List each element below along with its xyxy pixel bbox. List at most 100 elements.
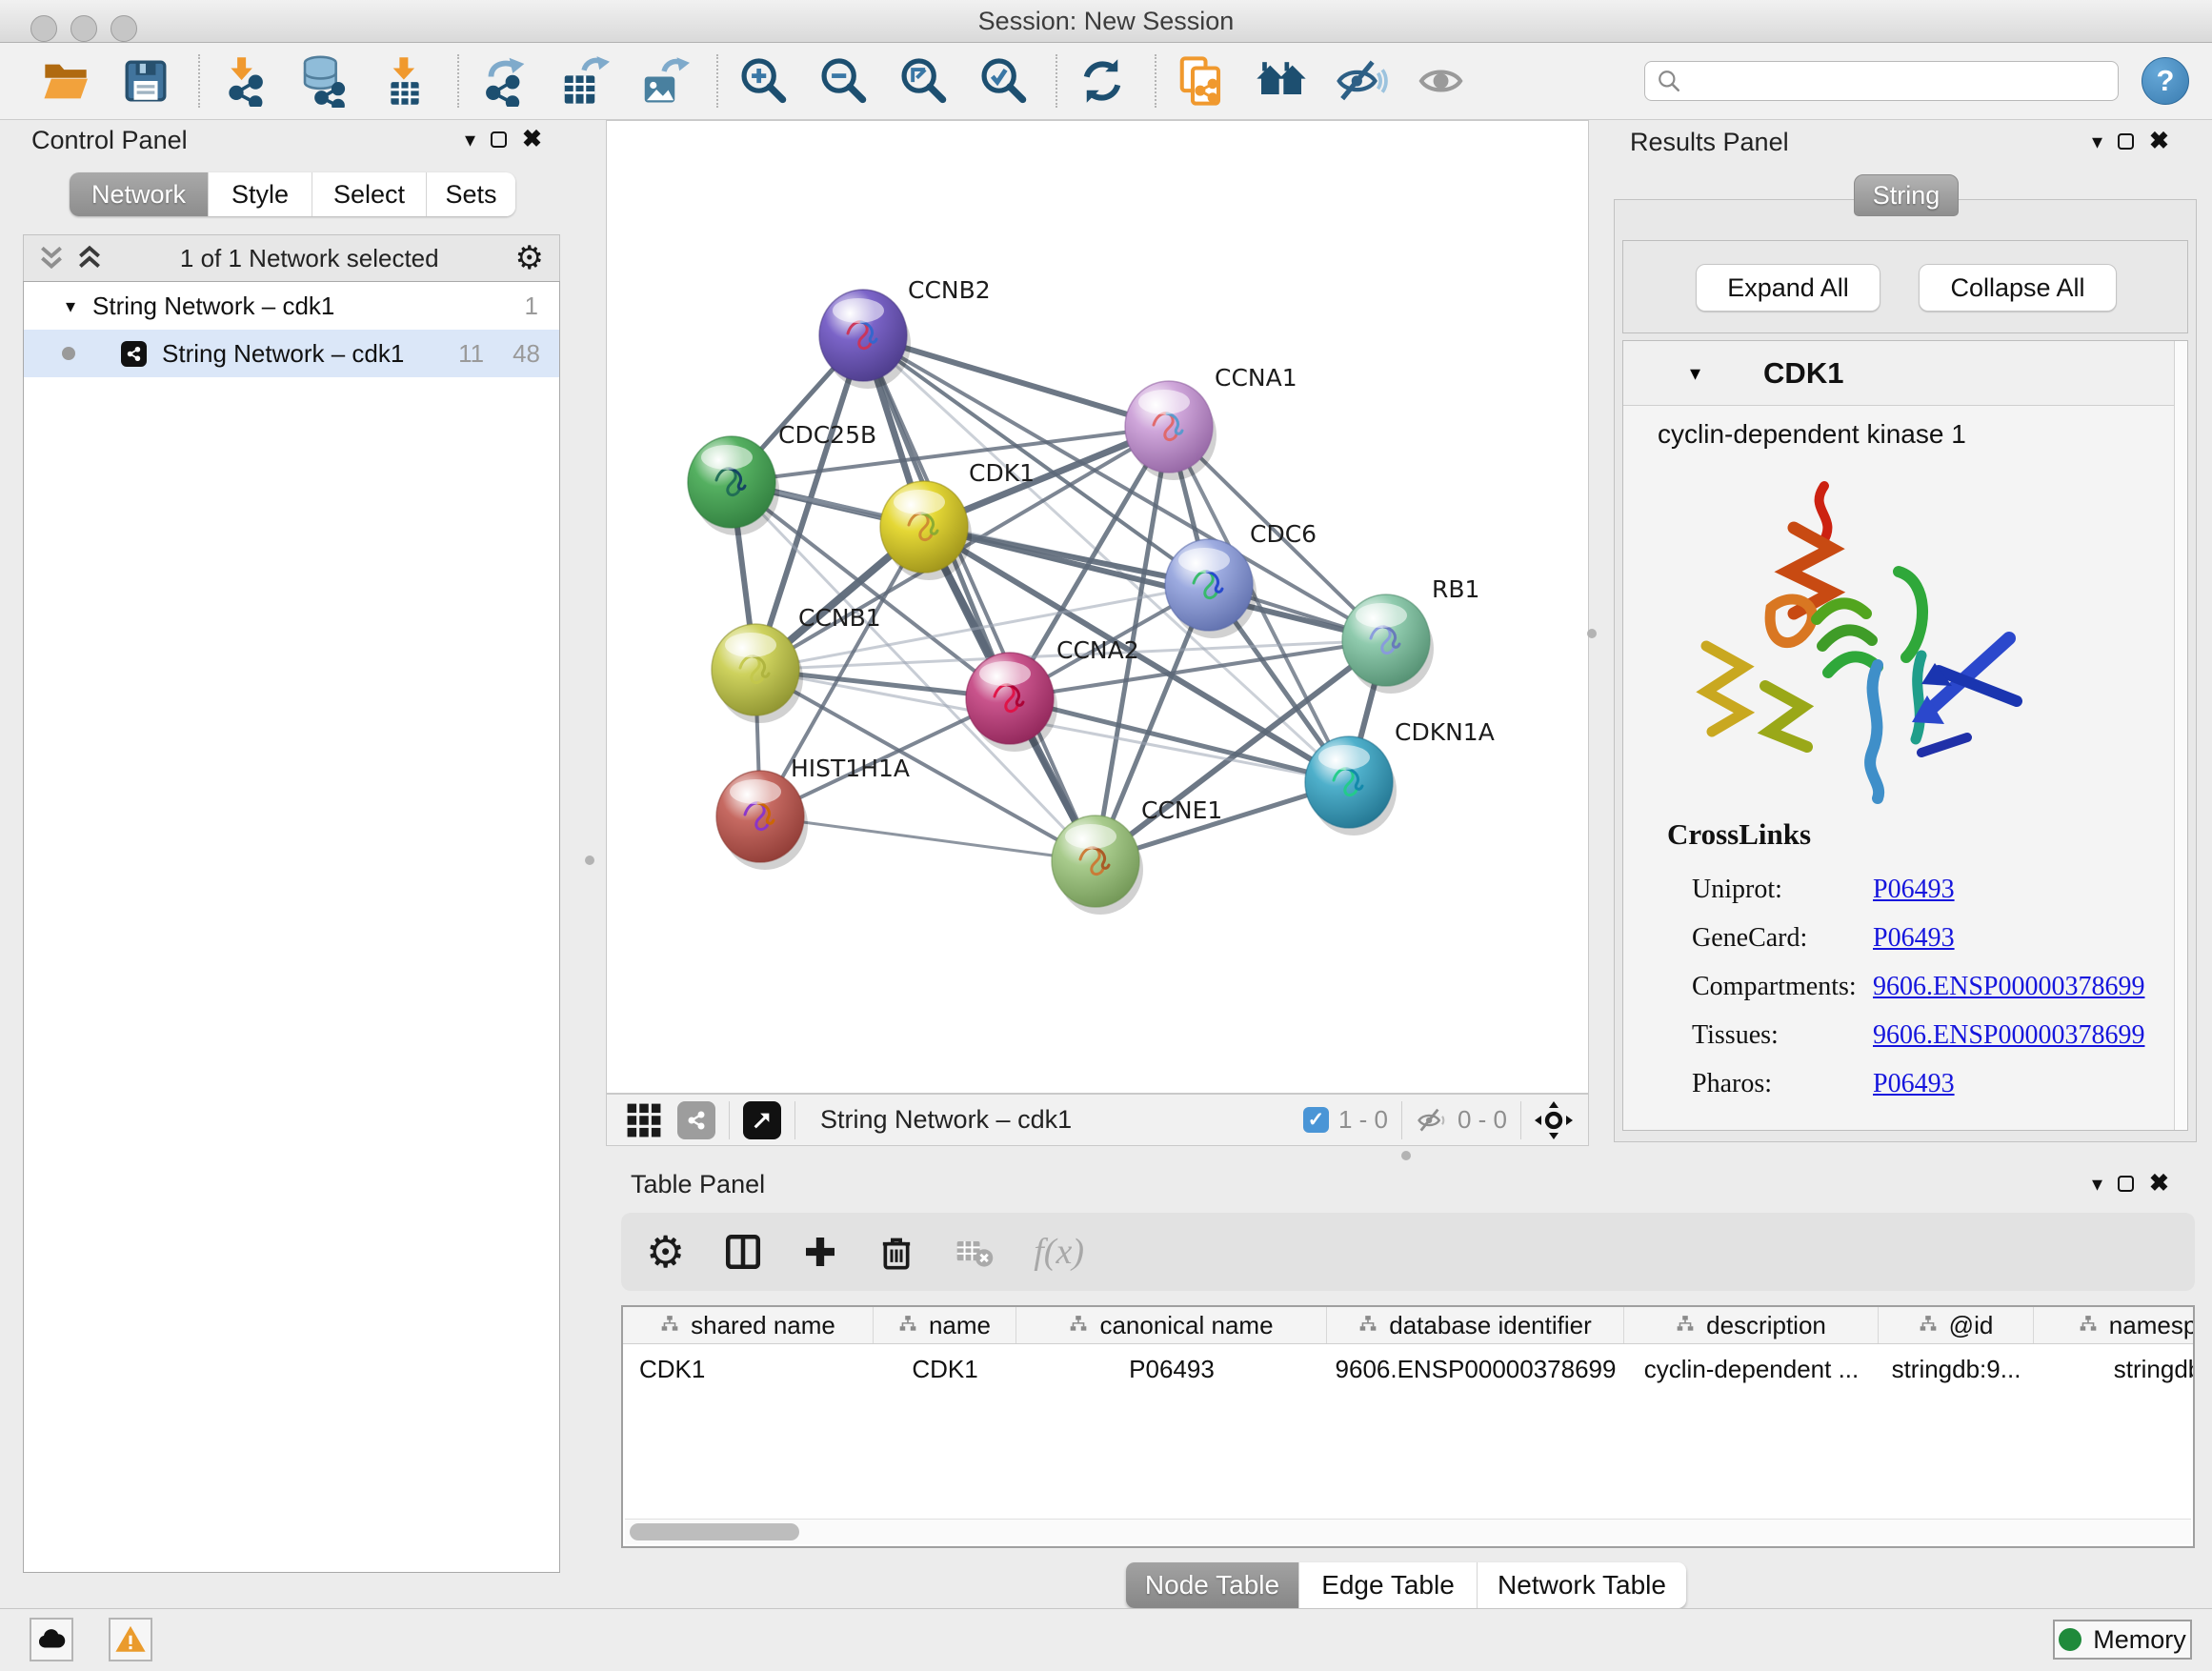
column-header-shared-name[interactable]: shared name xyxy=(623,1307,874,1343)
close-panel-icon[interactable]: ✖ xyxy=(2149,1172,2169,1196)
crosslink-uniprot-link[interactable]: P06493 xyxy=(1873,875,2144,905)
close-panel-icon[interactable]: ✖ xyxy=(522,128,542,151)
pan-move-icon[interactable] xyxy=(1535,1101,1573,1139)
search-input[interactable] xyxy=(1691,66,2118,97)
entry-expander-icon[interactable]: ▾ xyxy=(1690,361,1700,386)
network-graph[interactable]: CCNB2CCNA1CDC25BCDK1CDC6RB1CCNB1CCNA2CDK… xyxy=(607,121,1588,1093)
sort-column-icon[interactable] xyxy=(1358,1311,1377,1340)
selected-count-checkbox-icon[interactable]: ✓ xyxy=(1303,1107,1329,1133)
results-scrollbar[interactable] xyxy=(2174,341,2187,1130)
network-edge-HIST1H1A-CCNE1[interactable] xyxy=(760,816,1096,861)
network-canvas[interactable]: CCNB2CCNA1CDC25BCDK1CDC6RB1CCNB1CCNA2CDK… xyxy=(606,120,1589,1094)
table-horizontal-scrollbar[interactable] xyxy=(625,1519,2191,1544)
tab-network[interactable]: Network xyxy=(70,172,209,216)
import-network-icon[interactable] xyxy=(217,53,272,109)
warning-status-button[interactable] xyxy=(109,1618,152,1661)
expand-all-tree-icon[interactable] xyxy=(37,244,66,272)
export-image-icon[interactable] xyxy=(636,53,692,109)
export-network-icon[interactable] xyxy=(476,53,532,109)
network-node-CCNA1[interactable] xyxy=(1125,381,1217,480)
crosslink-genecard-link[interactable]: P06493 xyxy=(1873,923,2144,954)
float-panel-icon[interactable] xyxy=(2118,133,2134,150)
string-panel-toggle-icon[interactable] xyxy=(677,1101,715,1139)
tab-sets[interactable]: Sets xyxy=(427,172,515,216)
results-tab-string[interactable]: String xyxy=(1854,174,1959,216)
zoom-selected-icon[interactable] xyxy=(975,53,1031,109)
tab-node-table[interactable]: Node Table xyxy=(1126,1562,1299,1608)
tab-select[interactable]: Select xyxy=(312,172,427,216)
tree-expander-icon[interactable]: ▾ xyxy=(66,294,75,318)
sort-column-icon[interactable] xyxy=(1069,1311,1088,1340)
open-session-icon[interactable] xyxy=(38,53,93,109)
save-session-icon[interactable] xyxy=(118,53,173,109)
sort-column-icon[interactable] xyxy=(1676,1311,1695,1340)
network-row[interactable]: String Network – cdk1 11 48 xyxy=(24,330,559,377)
table-options-gear-icon[interactable]: ⚙ xyxy=(646,1230,685,1274)
sort-column-icon[interactable] xyxy=(2079,1311,2098,1340)
goto-network-icon[interactable] xyxy=(743,1101,781,1139)
tab-network-table[interactable]: Network Table xyxy=(1478,1562,1686,1608)
vertical-splitter-grip[interactable] xyxy=(585,856,594,865)
delete-column-trash-icon[interactable] xyxy=(877,1233,915,1271)
sort-column-icon[interactable] xyxy=(1919,1311,1938,1340)
vertical-splitter-grip[interactable] xyxy=(1587,629,1597,638)
cloud-status-button[interactable] xyxy=(30,1618,73,1661)
network-options-gear-icon[interactable]: ⚙ xyxy=(515,239,544,277)
tab-style[interactable]: Style xyxy=(209,172,312,216)
column-header-id[interactable]: @id xyxy=(1879,1307,2034,1343)
zoom-fit-icon[interactable] xyxy=(895,53,951,109)
show-columns-icon[interactable] xyxy=(723,1232,763,1272)
scrollbar-thumb[interactable] xyxy=(630,1523,799,1540)
import-database-icon[interactable] xyxy=(297,53,352,109)
network-node-CCNE1[interactable] xyxy=(1052,815,1143,915)
create-column-plus-icon[interactable] xyxy=(801,1233,839,1271)
help-icon[interactable]: ? xyxy=(2142,57,2189,105)
crosslink-compartments-link[interactable]: 9606.ENSP00000378699 xyxy=(1873,972,2144,1002)
copy-style-icon[interactable] xyxy=(1174,53,1229,109)
sort-column-icon[interactable] xyxy=(898,1311,917,1340)
table-row[interactable]: CDK1 CDK1 P06493 9606.ENSP00000378699 cy… xyxy=(623,1344,2193,1394)
float-panel-icon[interactable] xyxy=(491,131,507,148)
float-panel-icon[interactable] xyxy=(2118,1176,2134,1192)
function-builder-icon[interactable]: f(x) xyxy=(1034,1231,1084,1273)
network-edge-CCNB2-CCNE1[interactable] xyxy=(863,335,1096,861)
network-node-CCNB2[interactable] xyxy=(819,290,911,389)
export-table-icon[interactable] xyxy=(556,53,612,109)
network-node-CDKN1A[interactable] xyxy=(1305,736,1397,836)
hidden-count-eye-slash-icon[interactable] xyxy=(1416,1104,1448,1137)
zoom-in-icon[interactable] xyxy=(735,53,791,109)
collapse-all-button[interactable]: Collapse All xyxy=(1919,264,2117,312)
network-node-HIST1H1A[interactable] xyxy=(716,771,808,870)
sort-column-icon[interactable] xyxy=(660,1311,679,1340)
collapse-panel-icon[interactable]: ▾ xyxy=(2092,1174,2102,1195)
collapse-panel-icon[interactable]: ▾ xyxy=(2092,131,2102,152)
hide-selected-icon[interactable] xyxy=(1334,53,1389,109)
show-all-icon[interactable] xyxy=(1414,53,1469,109)
import-table-icon[interactable] xyxy=(377,53,432,109)
network-node-CDC6[interactable] xyxy=(1165,539,1257,638)
collapse-all-tree-icon[interactable] xyxy=(75,244,104,272)
column-header-description[interactable]: description xyxy=(1624,1307,1879,1343)
column-header-name[interactable]: name xyxy=(874,1307,1016,1343)
column-header-database-identifier[interactable]: database identifier xyxy=(1327,1307,1624,1343)
network-node-RB1[interactable] xyxy=(1342,594,1434,694)
column-header-canonical-name[interactable]: canonical name xyxy=(1016,1307,1327,1343)
network-collection-row[interactable]: ▾ String Network – cdk1 1 xyxy=(24,282,559,330)
refresh-icon[interactable] xyxy=(1075,53,1130,109)
network-node-CCNA2[interactable] xyxy=(966,653,1057,752)
memory-button[interactable]: Memory xyxy=(2053,1620,2192,1660)
close-panel-icon[interactable]: ✖ xyxy=(2149,130,2169,153)
node-details-header[interactable]: ▾ CDK1 xyxy=(1623,341,2187,406)
network-node-CDC25B[interactable] xyxy=(688,436,779,535)
network-node-CDK1[interactable] xyxy=(880,481,972,580)
horizontal-splitter-grip[interactable] xyxy=(1401,1151,1411,1160)
zoom-out-icon[interactable] xyxy=(815,53,871,109)
tab-edge-table[interactable]: Edge Table xyxy=(1299,1562,1478,1608)
expand-all-button[interactable]: Expand All xyxy=(1696,264,1880,312)
birds-eye-view-icon[interactable] xyxy=(626,1102,662,1138)
delete-table-icon[interactable] xyxy=(954,1231,995,1273)
crosslink-tissues-link[interactable]: 9606.ENSP00000378699 xyxy=(1873,1020,2144,1051)
column-header-namespace[interactable]: namespace xyxy=(2034,1307,2195,1343)
collapse-panel-icon[interactable]: ▾ xyxy=(465,130,475,151)
crosslink-pharos-link[interactable]: P06493 xyxy=(1873,1069,2144,1099)
